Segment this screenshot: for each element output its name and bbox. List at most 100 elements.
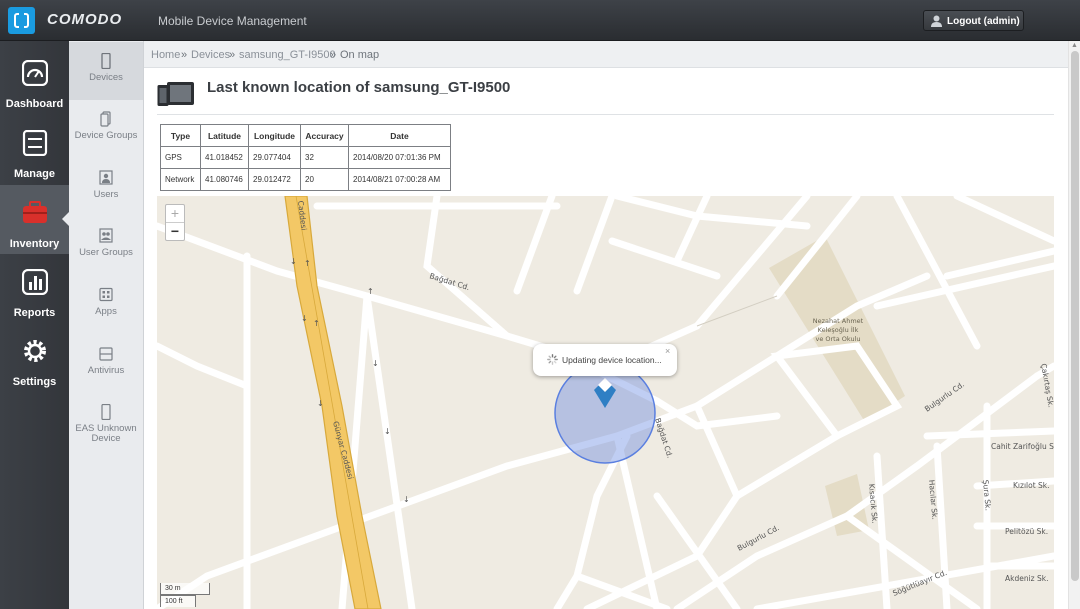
antivirus-icon <box>99 347 113 361</box>
subnav-eas-unknown-device-label: EAS Unknown Device <box>75 423 137 444</box>
top-bar: COMODO Mobile Device Management Logout (… <box>0 0 1080 41</box>
dashboard-icon <box>22 60 48 86</box>
map-scale: 30 m 100 ft <box>160 583 210 607</box>
subnav-devices[interactable]: Devices <box>69 42 143 100</box>
cell-date: 2014/08/21 07:00:28 AM <box>348 168 451 191</box>
comodo-logo-icon[interactable] <box>8 7 35 34</box>
svg-text:↑: ↑ <box>367 287 374 296</box>
cell-accuracy: 32 <box>300 146 349 169</box>
phone-icon <box>101 53 111 69</box>
breadcrumb-current: On map <box>340 49 380 61</box>
map-view[interactable]: ↓ ↓ ↓ ↑ ↑ ↑ ↓ ↓ ↓ Bağdat Cd. Caddesi Gün… <box>157 196 1054 609</box>
nav-inventory-label: Inventory <box>9 238 60 250</box>
subnav-antivirus-label: Antivirus <box>87 365 125 376</box>
user-groups-icon <box>99 228 113 243</box>
subnav-users[interactable]: Users <box>69 159 143 217</box>
phone-icon <box>101 404 111 420</box>
cell-date: 2014/08/20 07:01:36 PM <box>348 146 451 169</box>
zoom-control: + − <box>165 204 185 241</box>
svg-text:↑: ↑ <box>313 319 320 328</box>
page-title: Last known location of samsung_GT-I9500 <box>207 79 511 96</box>
nav-dashboard-label: Dashboard <box>5 98 64 110</box>
subnav-users-label: Users <box>93 189 119 200</box>
popup-message: Updating device location... <box>562 355 662 365</box>
user-icon <box>931 15 942 27</box>
subnav-devices-label: Devices <box>89 72 123 83</box>
nav-inventory[interactable]: Inventory <box>0 185 69 254</box>
main-nav: Dashboard Manage Inventory Reports Setti… <box>0 41 69 609</box>
subnav-apps-label: Apps <box>95 306 117 317</box>
svg-text:↓: ↓ <box>403 495 410 504</box>
cell-latitude: 41.018452 <box>200 146 249 169</box>
subnav-device-groups-label: Device Groups <box>74 130 138 141</box>
cell-accuracy: 20 <box>300 168 349 191</box>
breadcrumb-devices[interactable]: Devices <box>191 49 230 61</box>
column-header-accuracy: Accuracy <box>300 124 349 147</box>
product-name: Mobile Device Management <box>158 14 307 28</box>
location-table: Type Latitude Longitude Accuracy Date GP… <box>160 124 451 191</box>
breadcrumb-separator: » <box>181 49 188 61</box>
svg-text:↓: ↓ <box>317 399 324 408</box>
svg-text:↓: ↓ <box>372 359 379 368</box>
breadcrumb-device[interactable]: samsung_GT-I9500 <box>239 49 336 61</box>
nav-reports[interactable]: Reports <box>0 254 69 323</box>
nav-settings[interactable]: Settings <box>0 323 69 392</box>
cell-latitude: 41.080746 <box>200 168 249 191</box>
subnav-device-groups[interactable]: Device Groups <box>69 100 143 158</box>
breadcrumb: Home » Devices » samsung_GT-I9500 » On m… <box>144 41 1068 68</box>
cell-longitude: 29.012472 <box>248 168 301 191</box>
manage-icon <box>22 130 48 156</box>
logout-button[interactable]: Logout (admin) <box>923 10 1024 31</box>
svg-text:↑: ↑ <box>304 259 311 268</box>
cell-type: Network <box>160 168 201 191</box>
column-header-latitude: Latitude <box>200 124 249 147</box>
table-row: Network 41.080746 29.012472 20 2014/08/2… <box>160 168 451 191</box>
scrollbar-thumb[interactable] <box>1071 51 1079 581</box>
breadcrumb-home[interactable]: Home <box>151 49 180 61</box>
svg-text:↓: ↓ <box>384 427 391 436</box>
location-popup: Updating device location... × <box>533 344 677 376</box>
subnav-antivirus[interactable]: Antivirus <box>69 335 143 393</box>
breadcrumb-separator: » <box>330 49 337 61</box>
gear-icon <box>24 340 46 362</box>
sub-nav: Devices Device Groups Users User Groups <box>69 41 144 609</box>
brand-name: COMODO <box>47 11 123 28</box>
column-header-date: Date <box>348 124 451 147</box>
subnav-apps[interactable]: Apps <box>69 276 143 334</box>
user-icon <box>99 170 113 185</box>
loading-spinner-icon <box>547 354 558 365</box>
toolbox-icon <box>23 201 47 223</box>
cell-longitude: 29.077404 <box>248 146 301 169</box>
zoom-in-button[interactable]: + <box>166 205 184 223</box>
close-icon[interactable]: × <box>665 346 670 356</box>
subnav-eas-unknown-device[interactable]: EAS Unknown Device <box>69 393 143 457</box>
nav-settings-label: Settings <box>12 376 57 388</box>
column-header-type: Type <box>160 124 201 147</box>
nav-reports-label: Reports <box>13 307 56 319</box>
page-scrollbar[interactable]: ▲ <box>1068 41 1080 609</box>
zoom-out-button[interactable]: − <box>166 223 184 241</box>
breadcrumb-separator: » <box>229 49 236 61</box>
reports-icon <box>22 269 48 295</box>
nav-manage-label: Manage <box>14 168 55 180</box>
main-road <box>284 196 382 609</box>
scroll-up-icon[interactable]: ▲ <box>1071 42 1078 49</box>
svg-text:↓: ↓ <box>290 257 297 266</box>
divider <box>157 114 1054 115</box>
subnav-user-groups[interactable]: User Groups <box>69 217 143 275</box>
svg-text:↓: ↓ <box>301 314 308 323</box>
apps-icon <box>99 287 113 302</box>
nav-dashboard[interactable]: Dashboard <box>0 45 69 114</box>
nav-manage[interactable]: Manage <box>0 115 69 184</box>
subnav-user-groups-label: User Groups <box>79 247 133 258</box>
school-area <box>769 236 905 422</box>
cell-type: GPS <box>160 146 201 169</box>
table-header-row: Type Latitude Longitude Accuracy Date <box>160 124 451 147</box>
devices-icon <box>157 82 194 106</box>
scale-imperial: 100 ft <box>160 595 196 607</box>
scale-metric: 30 m <box>160 583 210 595</box>
logout-label: Logout (admin) <box>947 16 1020 27</box>
table-row: GPS 41.018452 29.077404 32 2014/08/20 07… <box>160 146 451 169</box>
device-groups-icon <box>100 111 111 127</box>
column-header-longitude: Longitude <box>248 124 301 147</box>
